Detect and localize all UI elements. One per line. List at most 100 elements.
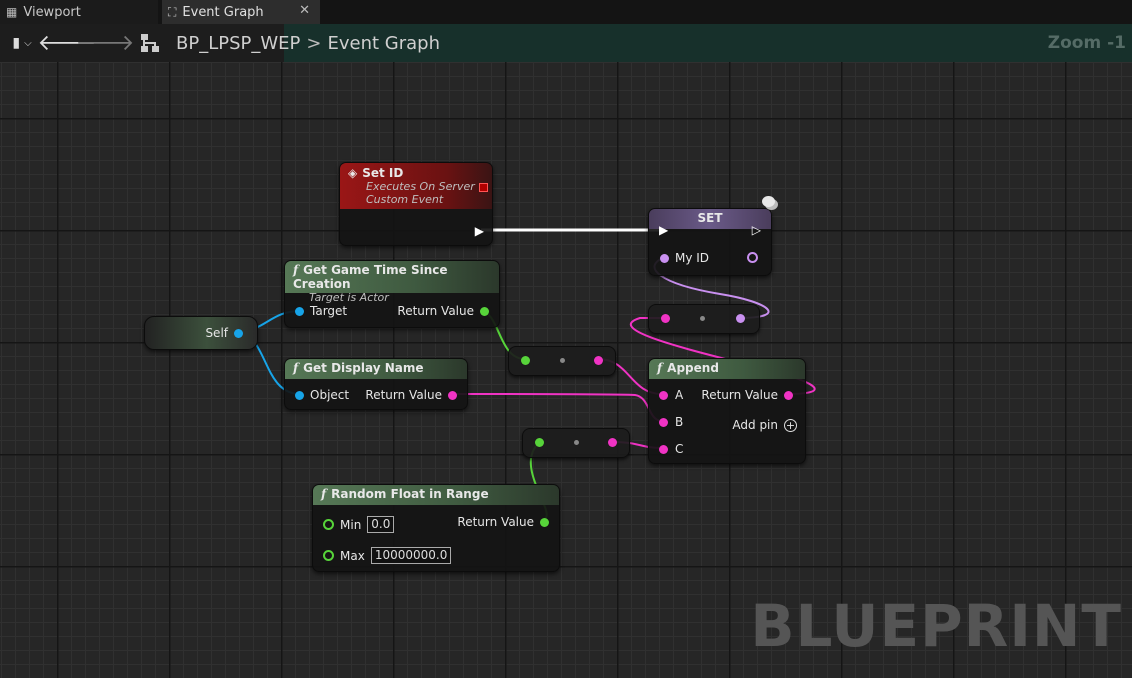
reroute-in-pin[interactable] — [535, 438, 544, 447]
return-value-output-pin[interactable]: Return Value — [365, 388, 457, 402]
arrow-right-icon: 🡒 — [75, 31, 135, 56]
tab-event-graph[interactable]: ⛶ Event Graph ✕ — [162, 0, 320, 24]
node-subtitle: Target is Actor — [309, 291, 389, 304]
min-value-field[interactable]: 0.0 — [367, 516, 395, 533]
min-input-pin[interactable]: Min 0.0 — [323, 516, 395, 533]
reroute-center — [560, 358, 565, 363]
return-value-output-pin[interactable]: Return Value — [397, 304, 489, 318]
pin-label: Self — [205, 326, 228, 340]
reroute-in-pin[interactable] — [521, 356, 530, 365]
node-title: f Get Game Time Since Creation — [293, 263, 448, 291]
node-title: f Get Display Name — [293, 361, 424, 375]
zoom-label: Zoom -1 — [1047, 33, 1126, 53]
reroute-center — [574, 440, 579, 445]
forward-button[interactable]: 🡒 — [76, 24, 135, 62]
graph-hierarchy-button[interactable] — [134, 24, 166, 62]
float-pin-ring — [323, 519, 334, 530]
bookmark-dropdown-button[interactable]: ▮ ⌵ — [4, 24, 40, 62]
string-pin-dot — [659, 417, 668, 427]
object-pin-dot — [295, 390, 304, 400]
self-node[interactable]: Self — [144, 316, 258, 350]
pin-label: Return Value — [397, 304, 474, 318]
graph-canvas[interactable]: ◈ Set ID Executes On Server Custom Event … — [0, 62, 1132, 678]
c-input-pin[interactable]: C — [659, 442, 683, 456]
pin-label: Return Value — [701, 388, 778, 402]
node-subtitle-type: Custom Event — [366, 193, 444, 206]
random-float-in-range-node[interactable]: f Random Float in Range Min 0.0 Max 10000… — [312, 484, 560, 572]
reroute-out-pin[interactable] — [594, 356, 603, 365]
reroute-node-gametime[interactable] — [508, 346, 616, 376]
get-game-time-node[interactable]: f Get Game Time Since Creation Target is … — [284, 260, 500, 328]
pin-label: B — [675, 415, 684, 429]
node-subtitle-replication: Executes On Server — [366, 180, 475, 193]
return-value-output-pin[interactable]: Return Value — [701, 388, 793, 402]
float-pin-dot — [480, 306, 489, 316]
pin-label: My ID — [675, 251, 710, 265]
add-pin-label: Add pin — [732, 418, 778, 432]
node-title: f Append — [657, 361, 719, 375]
function-icon: f — [293, 263, 299, 277]
max-value-field[interactable]: 10000000.0 — [370, 547, 452, 564]
close-icon[interactable]: ✕ — [299, 3, 310, 18]
node-header: f Get Display Name — [285, 359, 467, 379]
object-input-pin[interactable]: Object — [295, 388, 349, 402]
graph-icon: ⛶ — [168, 4, 177, 19]
reroute-node-random[interactable] — [522, 428, 630, 458]
my-id-input-pin[interactable]: My ID — [660, 251, 709, 265]
add-pin-button[interactable]: Add pin + — [732, 418, 797, 432]
node-header: ◈ Set ID Executes On Server Custom Event — [340, 163, 492, 209]
pin-label: Object — [310, 388, 350, 402]
tab-label: Viewport — [23, 4, 81, 20]
set-id-event-node[interactable]: ◈ Set ID Executes On Server Custom Event … — [339, 162, 493, 246]
node-header: f Get Game Time Since Creation Target is … — [285, 261, 499, 304]
node-header: f Append — [649, 359, 805, 379]
tab-viewport[interactable]: ▦ Viewport — [0, 0, 158, 24]
append-node[interactable]: f Append A B C Return Value Add pin + — [648, 358, 806, 464]
breadcrumb-separator: > — [306, 32, 322, 54]
float-pin-ring — [323, 550, 334, 561]
reroute-node-myid[interactable] — [648, 304, 760, 334]
my-id-output-pin[interactable] — [747, 252, 758, 263]
node-title: ◈ Set ID — [348, 166, 404, 180]
self-output-pin[interactable]: Self — [205, 326, 243, 340]
reroute-out-pin[interactable] — [608, 438, 617, 447]
tab-label: Event Graph — [182, 4, 264, 20]
string-pin-dot — [448, 390, 457, 400]
viewport-icon: ▦ — [6, 5, 18, 19]
pin-label: Min — [340, 517, 362, 532]
pin-label: Max — [340, 548, 365, 563]
object-pin-dot — [295, 306, 304, 316]
return-value-output-pin[interactable]: Return Value — [457, 515, 549, 529]
target-input-pin[interactable]: Target — [295, 304, 347, 318]
float-pin-dot — [540, 517, 549, 527]
breadcrumb-blueprint[interactable]: BP_LPSP_WEP — [176, 33, 300, 54]
node-title: f Random Float in Range — [321, 487, 489, 501]
name-pin-dot — [660, 253, 669, 263]
string-pin-dot — [659, 444, 668, 454]
function-icon: f — [293, 361, 299, 375]
blueprint-watermark: BLUEPRINT — [750, 592, 1122, 660]
max-input-pin[interactable]: Max 10000000.0 — [323, 547, 452, 564]
event-icon: ◈ — [348, 166, 358, 180]
exec-out-pin[interactable]: ▷ — [752, 223, 761, 237]
object-pin-dot — [234, 328, 243, 338]
exec-in-pin[interactable]: ▶ — [659, 223, 668, 237]
set-variable-node[interactable]: SET ▶ ▷ My ID — [648, 208, 772, 276]
b-input-pin[interactable]: B — [659, 415, 683, 429]
chevron-down-icon: ⌵ — [24, 37, 32, 49]
delegate-pin[interactable] — [479, 183, 488, 192]
reroute-in-pin[interactable] — [661, 314, 670, 323]
string-pin-dot — [784, 390, 793, 400]
node-title: SET — [697, 211, 723, 225]
reroute-out-pin[interactable] — [736, 314, 745, 323]
function-icon: f — [321, 487, 327, 501]
get-display-name-node[interactable]: f Get Display Name Object Return Value — [284, 358, 468, 410]
string-wire-display-name — [447, 393, 663, 422]
breadcrumb-graph[interactable]: Event Graph — [328, 33, 441, 54]
exec-out-pin[interactable]: ▶ — [475, 224, 484, 238]
a-input-pin[interactable]: A — [659, 388, 683, 402]
comment-bubble-icon[interactable] — [762, 196, 775, 207]
tab-bar: ▦ Viewport ⛶ Event Graph ✕ — [0, 0, 1132, 24]
function-icon: f — [657, 361, 663, 375]
pin-label: C — [675, 442, 684, 456]
